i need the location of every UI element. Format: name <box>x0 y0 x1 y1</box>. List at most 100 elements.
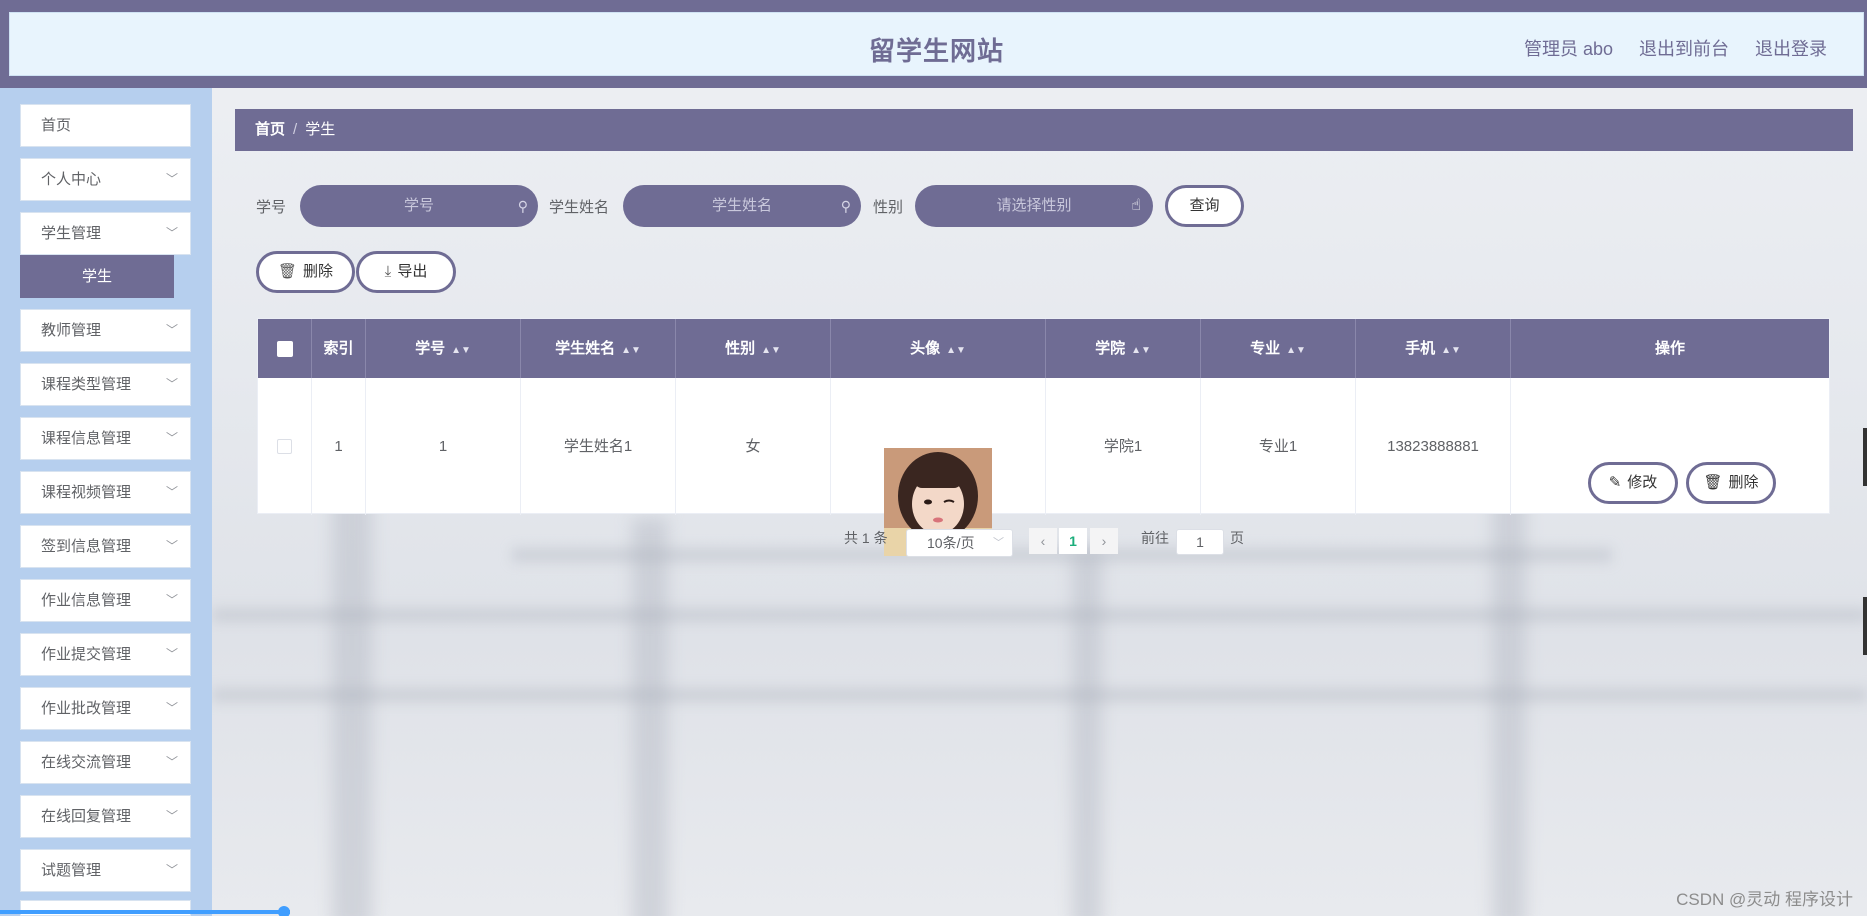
export-button[interactable]: ⤓ 导出 <box>356 251 456 293</box>
sort-icon[interactable]: ▲▼ <box>946 345 966 356</box>
prev-page-button[interactable]: ‹ <box>1029 528 1057 554</box>
goto-page-input[interactable]: 1 <box>1176 529 1224 555</box>
chevron-down-icon: ﹀ <box>165 172 178 186</box>
cell-college: 学院1 <box>1046 378 1201 515</box>
breadcrumb-home[interactable]: 首页 <box>255 121 285 138</box>
breadcrumb-current: 学生 <box>305 121 336 138</box>
cell-phone: 13823888881 <box>1356 378 1511 515</box>
batch-delete-button[interactable]: 🗑 删除 <box>256 251 355 293</box>
sidebar-item-online-chat[interactable]: 在线交流管理 ﹀ <box>20 741 191 784</box>
student-table: 索引 学号 ▲▼ 学生姓名 ▲▼ 性别 ▲▼ 头像 ▲▼ 学院 ▲▼ 专业 ▲▼ 手机 ▲▼ … <box>257 318 1830 556</box>
sidebar-item-homework-submit[interactable]: 作业提交管理 ﹀ <box>20 633 191 676</box>
sidebar-item-course-info[interactable]: 课程信息管理 ﹀ <box>20 417 191 460</box>
sidebar-item-student-mgmt[interactable]: 学生管理 ﹀ <box>20 212 191 255</box>
edit-icon: ✎ <box>1608 474 1622 491</box>
sidebar-item-checkin[interactable]: 签到信息管理 ﹀ <box>20 525 191 568</box>
hand-cursor-icon: ☝ <box>1131 197 1141 214</box>
top-header: 留学生网站 管理员 abo 退出到前台 退出登录 <box>0 0 1867 88</box>
header-links: 管理员 abo 退出到前台 退出登录 <box>1524 35 1827 61</box>
chevron-down-icon: ﹀ <box>165 485 178 499</box>
horizontal-scrollbar[interactable] <box>0 910 290 914</box>
column-header-phone[interactable]: 手机 ▲▼ <box>1356 319 1511 378</box>
admin-user-label: 管理员 abo <box>1523 39 1613 59</box>
sidebar-item-personal[interactable]: 个人中心 ﹀ <box>20 158 191 201</box>
chevron-down-icon: ﹀ <box>165 431 178 445</box>
sort-icon[interactable]: ▲▼ <box>1286 345 1306 356</box>
pagination-total: 共 1 条 <box>844 530 888 546</box>
trash-icon: 🗑 <box>1703 474 1723 491</box>
right-edge-handle[interactable] <box>1863 597 1867 655</box>
column-header-gender[interactable]: 性别 ▲▼ <box>676 319 831 378</box>
chevron-down-icon: ﹀ <box>165 377 178 391</box>
goto-label: 前往 <box>1141 530 1169 546</box>
sidebar-item-home[interactable]: 首页 <box>20 104 191 147</box>
page-suffix: 页 <box>1230 530 1244 546</box>
watermark: CSDN @灵动 程序设计 <box>1676 890 1853 909</box>
sidebar: 首页 个人中心 ﹀ 学生管理 ﹀ 学生 教师管理 ﹀ 课程类型管理 ﹀ 课程信息管理 ﹀ … <box>0 88 212 916</box>
column-header-name[interactable]: 学生姓名 ▲▼ <box>521 319 676 378</box>
chevron-down-icon: ﹀ <box>165 226 178 240</box>
cell-index: 1 <box>312 378 366 515</box>
page-size-select[interactable]: 10条/页 ﹀ <box>906 529 1013 557</box>
chevron-right-icon: › <box>1101 533 1107 549</box>
table-header: 索引 学号 ▲▼ 学生姓名 ▲▼ 性别 ▲▼ 头像 ▲▼ 学院 ▲▼ 专业 ▲▼ 手机 ▲▼ … <box>258 319 1829 378</box>
row-delete-button[interactable]: 🗑 删除 <box>1686 462 1776 504</box>
breadcrumb: 首页 / 学生 <box>235 109 1853 151</box>
logout-link[interactable]: 退出登录 <box>1755 35 1827 61</box>
sidebar-item-teacher-mgmt[interactable]: 教师管理 ﹀ <box>20 309 191 352</box>
search-icon: ⚲ <box>840 198 851 214</box>
chevron-down-icon: ﹀ <box>993 537 1004 549</box>
chevron-left-icon: ‹ <box>1040 533 1046 549</box>
chevron-down-icon: ﹀ <box>165 809 178 823</box>
column-header-avatar[interactable]: 头像 ▲▼ <box>831 319 1046 378</box>
chevron-down-icon: ﹀ <box>165 593 178 607</box>
sidebar-item-course-video[interactable]: 课程视频管理 ﹀ <box>20 471 191 514</box>
edit-button[interactable]: ✎ 修改 <box>1588 462 1678 504</box>
sidebar-item-exam[interactable]: 试题管理 ﹀ <box>20 849 191 892</box>
xuehao-search-input[interactable]: 学号 ⚲ <box>300 185 538 227</box>
column-header-major[interactable]: 专业 ▲▼ <box>1201 319 1356 378</box>
column-header-actions: 操作 <box>1654 340 1685 357</box>
gender-select[interactable]: 请选择性别 ☝ <box>915 185 1153 227</box>
xuehao-label: 学号 <box>256 199 287 216</box>
sort-icon[interactable]: ▲▼ <box>1441 345 1461 356</box>
student-name-search-input[interactable]: 学生姓名 ⚲ <box>623 185 861 227</box>
search-icon: ⚲ <box>517 198 528 214</box>
row-select-cell <box>258 378 312 515</box>
trash-icon: 🗑 <box>277 263 298 280</box>
chevron-down-icon: ﹀ <box>165 863 178 877</box>
student-name-label: 学生姓名 <box>549 199 610 216</box>
sidebar-item-homework-info[interactable]: 作业信息管理 ﹀ <box>20 579 191 622</box>
right-edge-handle[interactable] <box>1863 428 1867 486</box>
header-panel: 留学生网站 管理员 abo 退出到前台 退出登录 <box>9 12 1864 76</box>
cell-gender: 女 <box>676 378 831 515</box>
gender-label: 性别 <box>873 199 904 216</box>
next-page-button[interactable]: › <box>1090 528 1118 554</box>
chevron-down-icon: ﹀ <box>165 701 178 715</box>
chevron-down-icon: ﹀ <box>165 647 178 661</box>
scrollbar-handle[interactable] <box>278 906 290 916</box>
sidebar-item-online-reply[interactable]: 在线回复管理 ﹀ <box>20 795 191 838</box>
sort-icon[interactable]: ▲▼ <box>761 345 781 356</box>
sort-icon[interactable]: ▲▼ <box>1131 345 1151 356</box>
sidebar-item-course-type[interactable]: 课程类型管理 ﹀ <box>20 363 191 406</box>
column-header-index: 索引 <box>312 319 366 378</box>
column-header-xuehao[interactable]: 学号 ▲▼ <box>366 319 521 378</box>
select-all-header <box>258 319 312 378</box>
sort-icon[interactable]: ▲▼ <box>621 345 641 356</box>
chevron-down-icon: ﹀ <box>165 539 178 553</box>
column-header-college[interactable]: 学院 ▲▼ <box>1046 319 1201 378</box>
sidebar-item-homework-review[interactable]: 作业批改管理 ﹀ <box>20 687 191 730</box>
cell-major: 专业1 <box>1201 378 1356 515</box>
sort-icon[interactable]: ▲▼ <box>451 345 471 356</box>
query-button[interactable]: 查询 <box>1165 185 1244 227</box>
row-checkbox[interactable] <box>277 439 292 454</box>
front-link[interactable]: 退出到前台 <box>1639 35 1729 61</box>
select-all-checkbox[interactable] <box>277 341 293 357</box>
chevron-down-icon: ﹀ <box>165 755 178 769</box>
sidebar-subitem-student[interactable]: 学生 <box>20 255 174 298</box>
cell-name: 学生姓名1 <box>521 378 676 515</box>
breadcrumb-separator: / <box>293 121 298 138</box>
cell-xuehao: 1 <box>366 378 521 515</box>
page-number-1[interactable]: 1 <box>1059 528 1087 554</box>
